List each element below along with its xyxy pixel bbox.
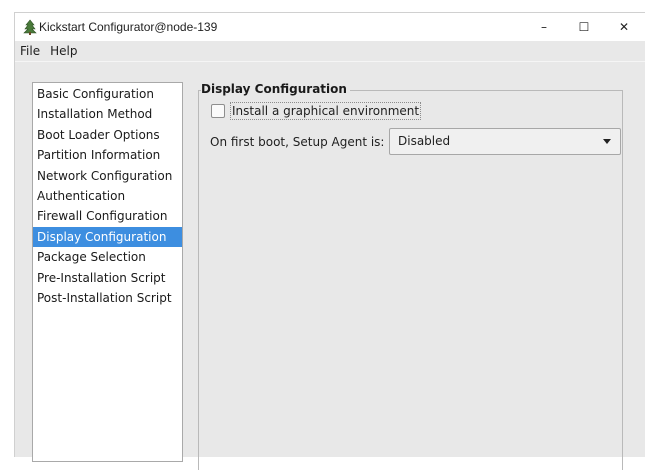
sidebar-item-display-configuration[interactable]: Display Configuration	[33, 226, 182, 248]
menu-bar: File Help	[15, 41, 645, 61]
sidebar-item-authentication[interactable]: Authentication	[33, 186, 182, 206]
minimize-button[interactable]: –	[524, 13, 564, 41]
setup-agent-value: Disabled	[398, 134, 451, 148]
menu-help[interactable]: Help	[45, 41, 82, 61]
setup-agent-label: On first boot, Setup Agent is:	[210, 135, 385, 149]
sidebar-item-boot-loader-options[interactable]: Boot Loader Options	[33, 125, 182, 145]
sidebar-item-pre-installation-script[interactable]: Pre-Installation Script	[33, 268, 182, 288]
maximize-button[interactable]: ☐	[564, 13, 604, 41]
sidebar-item-basic-configuration[interactable]: Basic Configuration	[33, 84, 182, 104]
menu-file[interactable]: File	[15, 41, 45, 61]
sidebar-item-post-installation-script[interactable]: Post-Installation Script	[33, 288, 182, 308]
window-title: Kickstart Configurator@node-139	[39, 20, 218, 34]
title-bar[interactable]: Kickstart Configurator@node-139 – ☐ ✕	[15, 13, 645, 41]
sidebar-item-partition-information[interactable]: Partition Information	[33, 145, 182, 165]
chevron-down-icon	[603, 139, 611, 144]
sidebar-item-package-selection[interactable]: Package Selection	[33, 247, 182, 267]
main-content: Basic Configuration Installation Method …	[15, 61, 645, 470]
graphical-environment-checkbox[interactable]	[211, 104, 225, 118]
graphical-environment-option[interactable]: Install a graphical environment	[211, 102, 422, 120]
section-list: Basic Configuration Installation Method …	[32, 82, 183, 462]
close-button[interactable]: ✕	[604, 13, 644, 41]
group-title: Display Configuration	[201, 82, 350, 96]
setup-agent-dropdown[interactable]: Disabled	[389, 128, 621, 155]
app-tree-icon	[23, 19, 37, 35]
sidebar-item-firewall-configuration[interactable]: Firewall Configuration	[33, 206, 182, 226]
sidebar-item-installation-method[interactable]: Installation Method	[33, 104, 182, 124]
graphical-environment-label[interactable]: Install a graphical environment	[230, 102, 422, 120]
sidebar-item-network-configuration[interactable]: Network Configuration	[33, 166, 182, 186]
kickstart-window: Kickstart Configurator@node-139 – ☐ ✕ Fi…	[14, 12, 645, 470]
